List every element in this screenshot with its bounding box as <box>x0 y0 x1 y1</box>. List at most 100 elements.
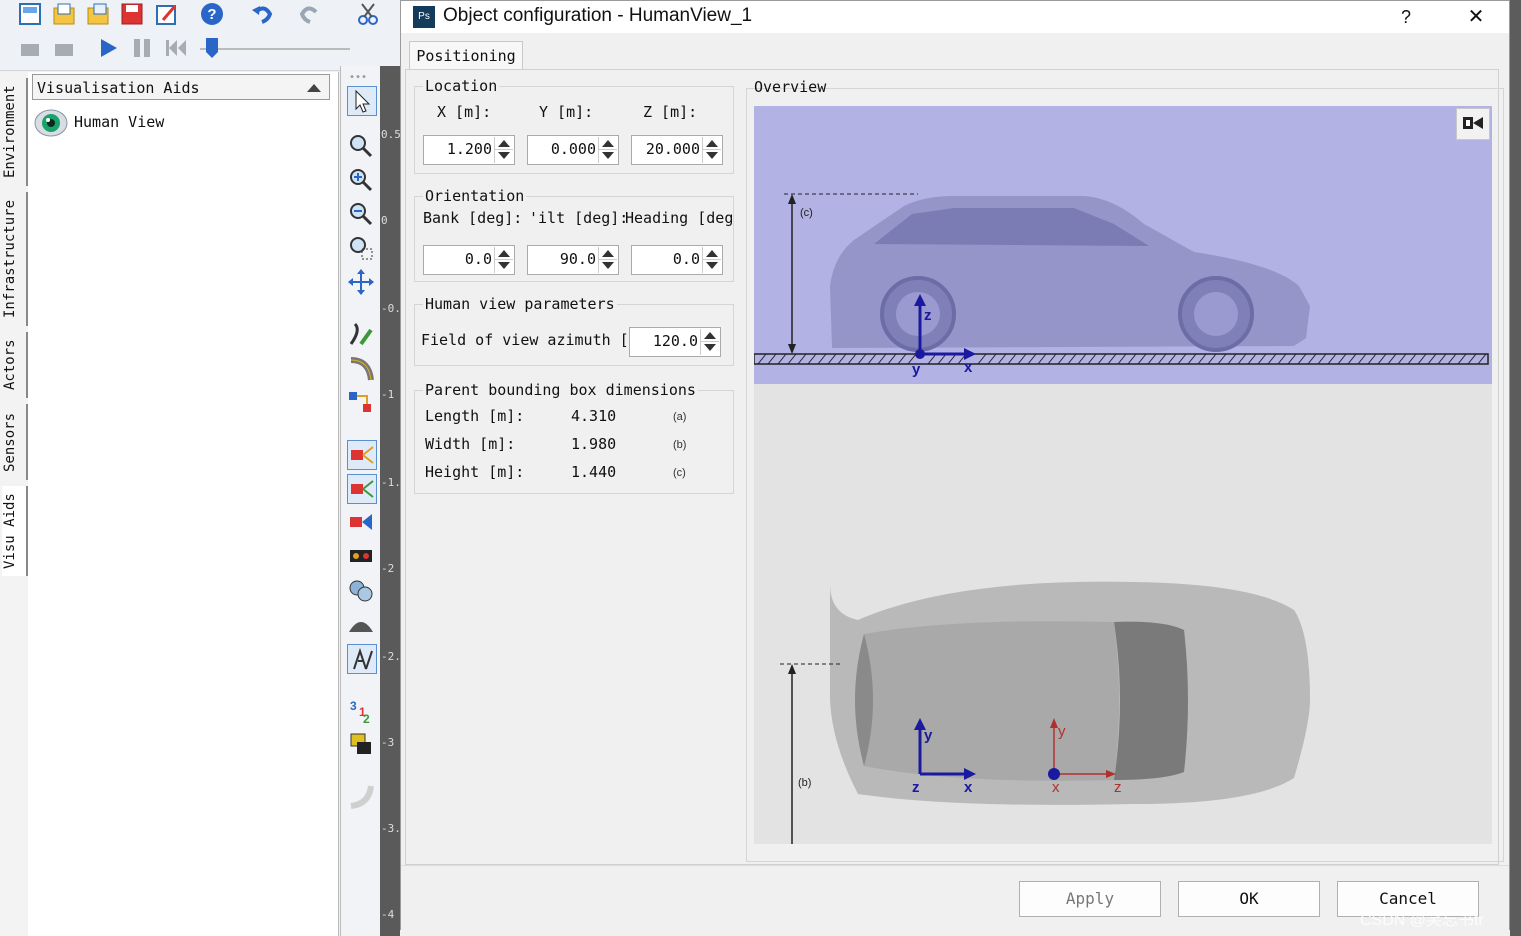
markings-icon[interactable] <box>347 644 377 674</box>
z-stepper[interactable]: 20.000 <box>631 135 723 165</box>
zoom-out-icon[interactable] <box>347 200 375 228</box>
ground <box>754 353 1489 365</box>
new-icon[interactable] <box>18 2 42 26</box>
location-group: Location X [m]: Y [m]: Z [m]: 1.200 0.00… <box>414 77 734 174</box>
human-view-tool-icon[interactable] <box>347 474 377 504</box>
open-recent-icon[interactable] <box>86 2 110 26</box>
curve-disabled-icon[interactable] <box>347 782 375 810</box>
side-view: (c) z x y <box>754 106 1492 384</box>
tilt-value: 90.0 <box>559 250 596 268</box>
list-item[interactable]: Human View <box>34 108 234 138</box>
help-button[interactable]: ? <box>1391 3 1421 31</box>
dialog-title: Object configuration - HumanView_1 <box>443 5 753 26</box>
x-label: X [m]: <box>437 103 492 121</box>
height-label: Height [m]: <box>425 463 525 481</box>
increment-icon[interactable] <box>704 332 716 339</box>
x-stepper[interactable]: 1.200 <box>423 135 515 165</box>
tab-sensors[interactable]: Sensors <box>2 404 28 480</box>
tab-infrastructure[interactable]: Infrastructure <box>2 192 28 326</box>
increment-icon[interactable] <box>498 250 510 257</box>
save-icon[interactable] <box>120 2 144 26</box>
y-label: Y [m]: <box>539 103 594 121</box>
light-icon[interactable] <box>347 542 375 570</box>
cut-icon[interactable] <box>356 2 380 26</box>
open-icon[interactable] <box>52 2 76 26</box>
app-logo: Ps <box>413 6 435 28</box>
camera-sensor-icon[interactable] <box>347 440 377 470</box>
tab-environment[interactable]: Environment <box>2 78 28 186</box>
fov-value: 120.0 <box>652 332 698 350</box>
fov-label: Field of view azimuth [ <box>421 331 629 349</box>
projector-icon[interactable] <box>347 508 375 536</box>
svg-text:?: ? <box>207 6 216 23</box>
y-value: 0.000 <box>550 140 596 158</box>
apply-button[interactable]: Apply <box>1019 881 1161 917</box>
length-label: Length [m]: <box>425 407 525 425</box>
increment-icon[interactable] <box>498 140 510 147</box>
decrement-icon[interactable] <box>602 152 614 159</box>
select-pointer-icon[interactable] <box>347 86 377 116</box>
connect-icon[interactable] <box>347 388 375 416</box>
decrement-icon[interactable] <box>704 344 716 351</box>
y-stepper[interactable]: 0.000 <box>527 135 619 165</box>
redo-icon[interactable] <box>298 2 322 26</box>
help-icon[interactable]: ? <box>200 2 224 26</box>
draw-road-icon[interactable] <box>347 320 375 348</box>
ok-button[interactable]: OK <box>1178 881 1320 917</box>
heading-stepper[interactable]: 0.0 <box>631 245 723 275</box>
decrement-icon[interactable] <box>498 152 510 159</box>
decrement-icon[interactable] <box>706 152 718 159</box>
step-forward-icon[interactable] <box>52 36 76 60</box>
step-back-icon[interactable] <box>18 36 42 60</box>
increment-icon[interactable] <box>602 250 614 257</box>
panel-title: Visualisation Aids <box>37 79 200 97</box>
undo-icon[interactable] <box>250 2 274 26</box>
ruler-tick: -4 <box>381 908 395 921</box>
panel-header: Visualisation Aids <box>32 74 330 100</box>
z-value: 20.000 <box>645 140 700 158</box>
curve-road-icon[interactable] <box>347 354 375 382</box>
tab-bar: Positioning <box>401 39 1509 70</box>
pause-icon[interactable] <box>130 36 154 60</box>
zoom-in-icon[interactable] <box>347 166 375 194</box>
tilt-stepper[interactable]: 90.0 <box>527 245 619 275</box>
fov-stepper[interactable]: 120.0 <box>629 327 721 357</box>
car-top-roof <box>858 621 1119 781</box>
canvas-ruler: 0.5 0 -0.5 -1 -1.5 -2 -2.5 -3 -3.5 -4 <box>380 66 408 936</box>
decrement-icon[interactable] <box>498 262 510 269</box>
zoom-icon[interactable] <box>347 132 375 160</box>
bank-stepper[interactable]: 0.0 <box>423 245 515 275</box>
height-value: 1.440 <box>571 463 617 481</box>
width-label: Width [m]: <box>425 435 516 453</box>
z-label: Z [m]: <box>643 103 698 121</box>
increment-icon[interactable] <box>706 140 718 147</box>
timeline-track <box>200 48 350 50</box>
tab-actors[interactable]: Actors <box>2 332 28 398</box>
pan-icon[interactable] <box>347 268 375 296</box>
close-button[interactable]: ✕ <box>1459 3 1493 31</box>
edit-icon[interactable] <box>155 2 179 26</box>
decrement-icon[interactable] <box>706 262 718 269</box>
axis-label-x-sensor: x <box>1052 779 1060 796</box>
zoom-region-icon[interactable] <box>347 234 375 262</box>
spheres-icon[interactable] <box>347 576 375 604</box>
play-icon[interactable] <box>96 36 120 60</box>
rewind-icon[interactable] <box>164 36 188 60</box>
collapse-arrow-icon[interactable] <box>306 82 322 94</box>
increment-icon[interactable] <box>602 140 614 147</box>
tab-visu-aids[interactable]: Visu Aids <box>2 486 28 576</box>
axis-label-z-sensor: z <box>1114 779 1122 796</box>
layers-icon[interactable] <box>347 730 375 758</box>
tab-positioning[interactable]: Positioning <box>409 41 523 70</box>
timeline-slider-handle[interactable] <box>204 36 220 60</box>
terrain-icon[interactable] <box>347 610 375 638</box>
bank-label: Bank [deg]: <box>423 209 523 227</box>
view-toggle-button[interactable] <box>1456 108 1490 140</box>
numbering-icon[interactable]: 3 12 <box>347 696 375 724</box>
ruler-tick: -2 <box>381 562 395 575</box>
length-value: 4.310 <box>571 407 617 425</box>
top-view: (b) (a) y x z y <box>754 384 1492 844</box>
svg-text:3: 3 <box>350 699 357 713</box>
increment-icon[interactable] <box>706 250 718 257</box>
decrement-icon[interactable] <box>602 262 614 269</box>
